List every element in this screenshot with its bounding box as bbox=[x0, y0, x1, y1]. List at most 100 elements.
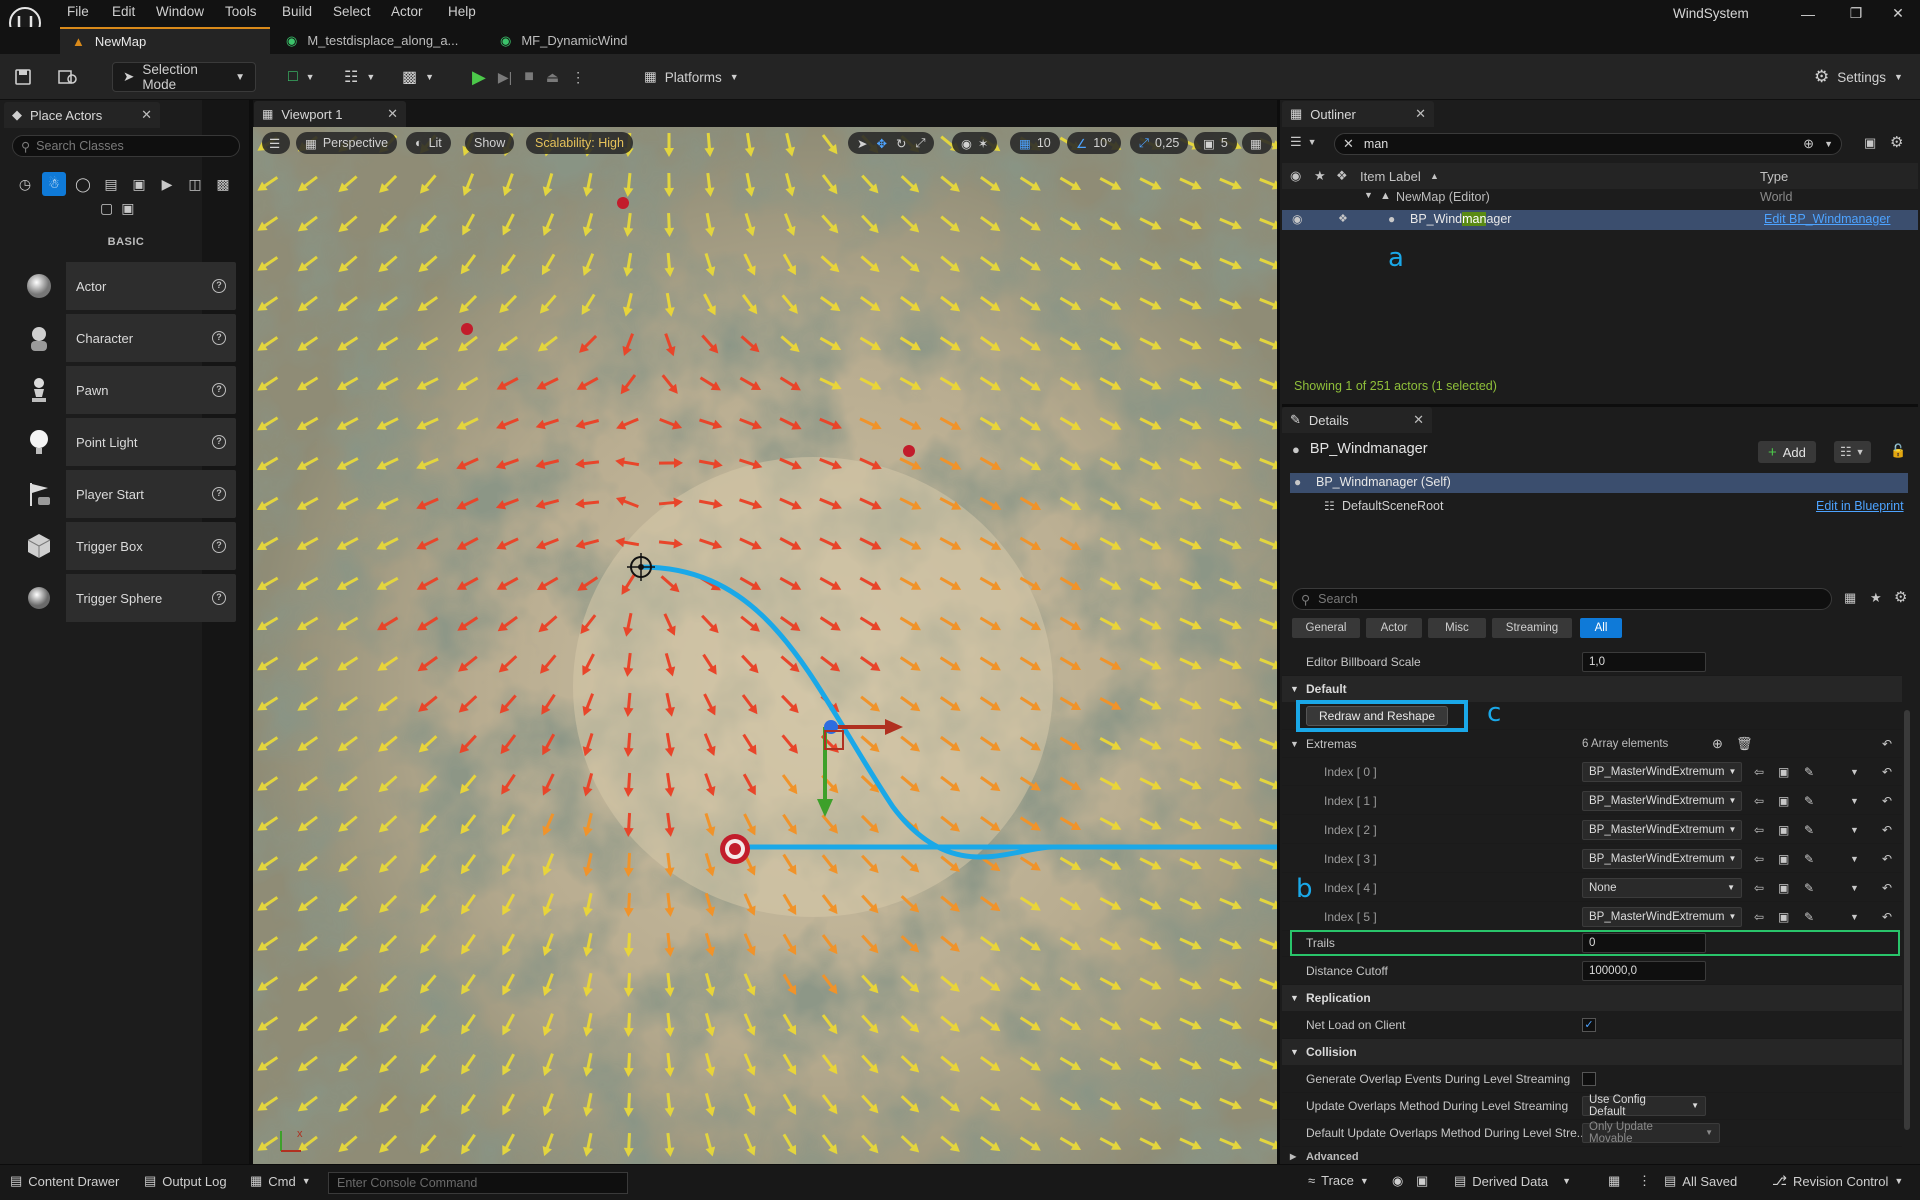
help-icon[interactable]: ? bbox=[212, 279, 226, 293]
add-element-icon[interactable]: ⊕ bbox=[1712, 736, 1723, 752]
selection-mode-dropdown[interactable]: ➤ Selection Mode ▼ bbox=[112, 62, 256, 92]
eyedropper-icon[interactable]: ✎ bbox=[1804, 794, 1814, 808]
extrema-actor-picker[interactable]: None ▼ bbox=[1582, 877, 1742, 898]
blueprint-options-dropdown[interactable]: ☷ ▼ bbox=[1834, 441, 1871, 463]
blueprint-icon[interactable]: ☷ ▼ bbox=[344, 62, 375, 92]
redraw-and-reshape-button[interactable]: Redraw and Reshape bbox=[1306, 706, 1449, 726]
extremum-marker[interactable] bbox=[720, 834, 750, 864]
clear-search-icon[interactable]: ✕ bbox=[1343, 136, 1354, 152]
filter-dropdown[interactable]: ☰ ▼ bbox=[1290, 134, 1317, 150]
collapse-icon[interactable]: ▼ bbox=[1290, 739, 1299, 749]
edit-in-blueprint-link[interactable]: Edit in Blueprint bbox=[1816, 499, 1904, 513]
network-icon[interactable]: ▦ bbox=[1608, 1173, 1620, 1189]
close-icon[interactable]: ✕ bbox=[141, 107, 152, 123]
tab-viewport[interactable]: ▦ Viewport 1 ✕ bbox=[254, 101, 406, 127]
chevron-down-icon[interactable]: ▼ bbox=[1850, 825, 1859, 835]
edit-blueprint-link[interactable]: Edit BP_Windmanager bbox=[1764, 212, 1890, 226]
save-icon[interactable] bbox=[14, 62, 32, 92]
gear-icon[interactable]: ⚙ bbox=[1890, 133, 1903, 151]
filter-misc[interactable]: Misc bbox=[1428, 618, 1486, 638]
eyedropper-icon[interactable]: ✎ bbox=[1804, 881, 1814, 895]
pin-icon[interactable]: ❖ bbox=[1336, 168, 1348, 184]
favorite-icon[interactable]: ★ bbox=[1870, 590, 1882, 606]
select-tool-icon[interactable]: ➤ bbox=[857, 136, 867, 151]
category-default[interactable]: ▼ Default bbox=[1282, 676, 1902, 702]
filter-actor[interactable]: Actor bbox=[1366, 618, 1422, 638]
reset-icon[interactable]: ↶ bbox=[1882, 765, 1892, 779]
grid-snap[interactable]: ▦ 10 bbox=[1010, 132, 1060, 154]
extrema-actor-picker[interactable]: BP_MasterWindExtremum ▼ bbox=[1582, 761, 1742, 782]
reset-icon[interactable]: ↶ bbox=[1882, 881, 1892, 895]
content-drawer-button[interactable]: ▤ Content Drawer bbox=[10, 1173, 119, 1189]
world-space-icon[interactable]: ◉ bbox=[961, 136, 972, 151]
close-icon[interactable]: ✕ bbox=[1415, 106, 1426, 122]
use-selected-icon[interactable]: ⇦ bbox=[1754, 910, 1764, 924]
eyedropper-icon[interactable]: ✎ bbox=[1804, 765, 1814, 779]
component-row-root[interactable]: ☷ DefaultSceneRoot Edit in Blueprint bbox=[1290, 497, 1908, 517]
reset-icon[interactable]: ↶ bbox=[1882, 823, 1892, 837]
eyedropper-icon[interactable]: ✎ bbox=[1804, 910, 1814, 924]
record-icon[interactable]: ◉ bbox=[1392, 1173, 1403, 1189]
details-search-input[interactable]: ⚲ Search bbox=[1292, 588, 1832, 610]
use-selected-icon[interactable]: ⇦ bbox=[1754, 765, 1764, 779]
distance-cutoff-input[interactable]: 100000,0 bbox=[1582, 960, 1706, 981]
search-classes-input[interactable]: ⚲ Search Classes bbox=[12, 135, 240, 157]
menu-tools[interactable]: Tools bbox=[225, 4, 257, 19]
add-actor-icon[interactable]: □ ▼ bbox=[288, 62, 315, 92]
scale-snap[interactable]: ⤢ 0,25 bbox=[1130, 132, 1189, 154]
console-command-input[interactable]: Enter Console Command bbox=[328, 1172, 628, 1194]
translate-tool-icon[interactable]: ✥ bbox=[876, 136, 886, 151]
help-icon[interactable]: ? bbox=[212, 487, 226, 501]
reset-icon[interactable]: ↶ bbox=[1882, 794, 1892, 808]
close-icon[interactable]: ✕ bbox=[387, 106, 398, 122]
pin-icon[interactable]: ❖ bbox=[1338, 212, 1348, 225]
item-label-header[interactable]: Item Label bbox=[1360, 169, 1421, 184]
update-overlap-dropdown[interactable]: Use Config Default ▼ bbox=[1582, 1094, 1706, 1118]
cinematics-icon[interactable]: ▩ ▼ bbox=[402, 62, 434, 92]
tab-outliner[interactable]: ▦ Outliner ✕ bbox=[1282, 101, 1434, 127]
use-selected-icon[interactable]: ⇦ bbox=[1754, 823, 1764, 837]
favorite-icon[interactable]: ★ bbox=[1314, 168, 1326, 184]
browse-asset-icon[interactable]: ▣ bbox=[1778, 823, 1789, 837]
close-icon[interactable]: ✕ bbox=[1413, 412, 1424, 428]
browse-icon[interactable] bbox=[58, 62, 78, 92]
eyedropper-icon[interactable]: ✎ bbox=[1804, 852, 1814, 866]
recently-placed-icon[interactable]: ▣ bbox=[121, 200, 134, 217]
category-advanced[interactable]: ▶ Advanced bbox=[1282, 1148, 1902, 1162]
filter-streaming[interactable]: Streaming bbox=[1492, 618, 1572, 638]
revision-control-dropdown[interactable]: ⎇ Revision Control ▼ bbox=[1772, 1173, 1903, 1189]
tab-newmap[interactable]: ▲ NewMap bbox=[60, 27, 270, 54]
restore-icon[interactable]: ❐ bbox=[1834, 0, 1878, 27]
add-component-button[interactable]: + Add bbox=[1758, 441, 1816, 463]
basic-category-icon[interactable]: ☃ bbox=[42, 172, 66, 196]
billboard-scale-input[interactable]: 1,0 bbox=[1582, 651, 1706, 672]
net-load-checkbox[interactable]: ✓ bbox=[1582, 1018, 1596, 1032]
use-selected-icon[interactable]: ⇦ bbox=[1754, 881, 1764, 895]
output-log-button[interactable]: ▤ Output Log bbox=[144, 1173, 227, 1189]
extremum-marker-small[interactable] bbox=[617, 197, 629, 209]
use-selected-icon[interactable]: ⇦ bbox=[1754, 852, 1764, 866]
reset-icon[interactable]: ↶ bbox=[1882, 910, 1892, 924]
viewport-menu-icon[interactable]: ☰ bbox=[262, 132, 290, 154]
settings-dropdown[interactable]: ⚙ Settings ▼ bbox=[1814, 62, 1903, 92]
cmd-dropdown[interactable]: ▦ Cmd ▼ bbox=[250, 1173, 311, 1189]
visibility-icon[interactable]: ◉ bbox=[1290, 168, 1301, 184]
scalability-warning[interactable]: Scalability: High bbox=[526, 132, 633, 154]
extremum-marker-small[interactable] bbox=[461, 323, 473, 335]
extrema-actor-picker[interactable]: BP_MasterWindExtremum ▼ bbox=[1582, 819, 1742, 840]
outliner-row-windmanager[interactable]: ◉ ❖ ● BP_Windmanager Edit BP_Windmanager bbox=[1282, 210, 1918, 230]
actor-item-point-light[interactable]: Point Light ? bbox=[12, 418, 236, 466]
cinematic-icon[interactable]: ▤ bbox=[100, 173, 122, 195]
browse-asset-icon[interactable]: ▣ bbox=[1778, 881, 1789, 895]
trace-dropdown[interactable]: ≈ Trace ▼ bbox=[1308, 1173, 1369, 1188]
rotation-snap[interactable]: ∠ 10° bbox=[1067, 132, 1122, 154]
show-dropdown[interactable]: Show bbox=[465, 132, 515, 154]
lights-icon[interactable]: ◯ bbox=[72, 173, 94, 195]
trails-input[interactable]: 0 bbox=[1582, 932, 1706, 953]
visual-effects-icon[interactable]: ▣ bbox=[128, 173, 150, 195]
play-icon[interactable]: ▶ bbox=[472, 67, 486, 88]
actor-item-trigger-box[interactable]: Trigger Box ? bbox=[12, 522, 236, 570]
menu-select[interactable]: Select bbox=[333, 4, 371, 19]
lit-dropdown[interactable]: ◐ Lit bbox=[406, 132, 451, 154]
help-icon[interactable]: ? bbox=[212, 435, 226, 449]
